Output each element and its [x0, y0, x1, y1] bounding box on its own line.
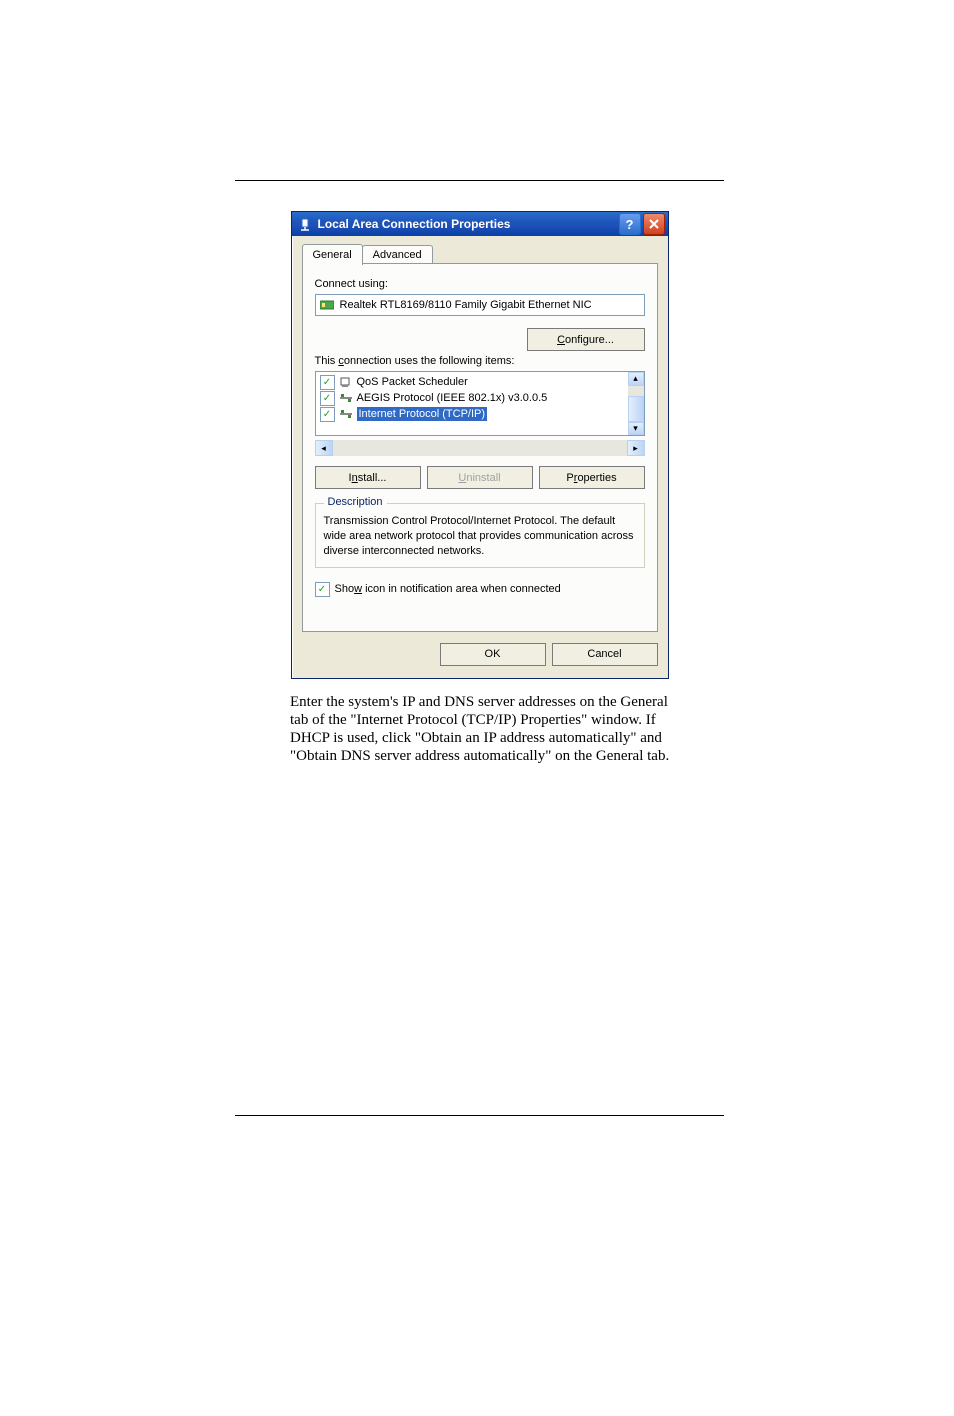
- tab-advanced[interactable]: Advanced: [362, 245, 433, 264]
- ok-button[interactable]: OK: [440, 643, 546, 666]
- hscroll-track[interactable]: [333, 440, 627, 456]
- description-groupbox: Description Transmission Control Protoco…: [315, 503, 645, 568]
- tab-general[interactable]: General: [302, 244, 363, 265]
- description-text: Transmission Control Protocol/Internet P…: [324, 514, 636, 559]
- help-button[interactable]: ?: [619, 213, 641, 235]
- protocol-icon: [339, 391, 353, 405]
- configure-label: onfigure...: [565, 334, 614, 346]
- uninstall-button: Uninstall: [427, 466, 533, 489]
- item-label: AEGIS Protocol (IEEE 802.1x) v3.0.0.5: [357, 392, 548, 404]
- description-legend: Description: [324, 496, 387, 508]
- list-item[interactable]: ✓ QoS Packet Scheduler: [316, 374, 628, 390]
- scroll-track[interactable]: [628, 386, 644, 422]
- properties-button[interactable]: Properties: [539, 466, 645, 489]
- tab-panel: Connect using: Realtek RTL8169/8110 Fami…: [302, 263, 658, 632]
- horizontal-scrollbar[interactable]: ◂ ▸: [315, 440, 645, 456]
- tcpip-icon: [339, 407, 353, 421]
- list-item[interactable]: ✓ AEGIS Protocol (IEEE 802.1x) v3.0.0.5: [316, 390, 628, 406]
- instruction-paragraph: Enter the system's IP and DNS server add…: [290, 693, 684, 765]
- connection-icon: [298, 217, 312, 231]
- scroll-down-button[interactable]: ▾: [628, 422, 644, 436]
- titlebar[interactable]: Local Area Connection Properties ?: [292, 212, 668, 236]
- scroll-right-button[interactable]: ▸: [627, 440, 645, 456]
- connect-using-label: Connect using:: [315, 278, 645, 290]
- dialog-body: General Advanced Connect using: Realtek …: [292, 236, 668, 643]
- bottom-rule: [235, 1115, 724, 1116]
- scroll-left-button[interactable]: ◂: [315, 440, 333, 456]
- cancel-button[interactable]: Cancel: [552, 643, 658, 666]
- show-icon-checkbox[interactable]: ✓: [315, 582, 330, 597]
- configure-button[interactable]: Configure...: [527, 328, 645, 351]
- items-label: This connection uses the following items…: [315, 355, 645, 367]
- properties-dialog: Local Area Connection Properties ? Gener…: [291, 211, 669, 679]
- item-label: QoS Packet Scheduler: [357, 376, 468, 388]
- dialog-title: Local Area Connection Properties: [318, 217, 617, 231]
- scheduler-icon: [339, 375, 353, 389]
- scroll-thumb[interactable]: [628, 396, 644, 422]
- tab-row: General Advanced: [302, 242, 658, 264]
- adapter-name: Realtek RTL8169/8110 Family Gigabit Ethe…: [340, 299, 592, 311]
- install-button[interactable]: Install...: [315, 466, 421, 489]
- close-button[interactable]: [643, 213, 665, 235]
- adapter-box[interactable]: Realtek RTL8169/8110 Family Gigabit Ethe…: [315, 294, 645, 316]
- item-label: Internet Protocol (TCP/IP): [357, 407, 488, 421]
- show-icon-row[interactable]: ✓ Show icon in notification area when co…: [315, 582, 645, 597]
- scroll-up-button[interactable]: ▴: [628, 372, 644, 386]
- show-icon-label: Show icon in notification area when conn…: [335, 583, 561, 595]
- nic-icon: [320, 299, 334, 311]
- top-rule: [235, 180, 724, 181]
- checkbox-icon[interactable]: ✓: [320, 391, 335, 406]
- checkbox-icon[interactable]: ✓: [320, 375, 335, 390]
- dialog-buttons: OK Cancel: [292, 643, 668, 678]
- vertical-scrollbar[interactable]: ▴ ▾: [628, 372, 644, 435]
- items-listbox[interactable]: ✓ QoS Packet Scheduler ✓: [315, 371, 645, 436]
- list-item[interactable]: ✓ Internet Protocol (TCP/IP): [316, 406, 628, 422]
- checkbox-icon[interactable]: ✓: [320, 407, 335, 422]
